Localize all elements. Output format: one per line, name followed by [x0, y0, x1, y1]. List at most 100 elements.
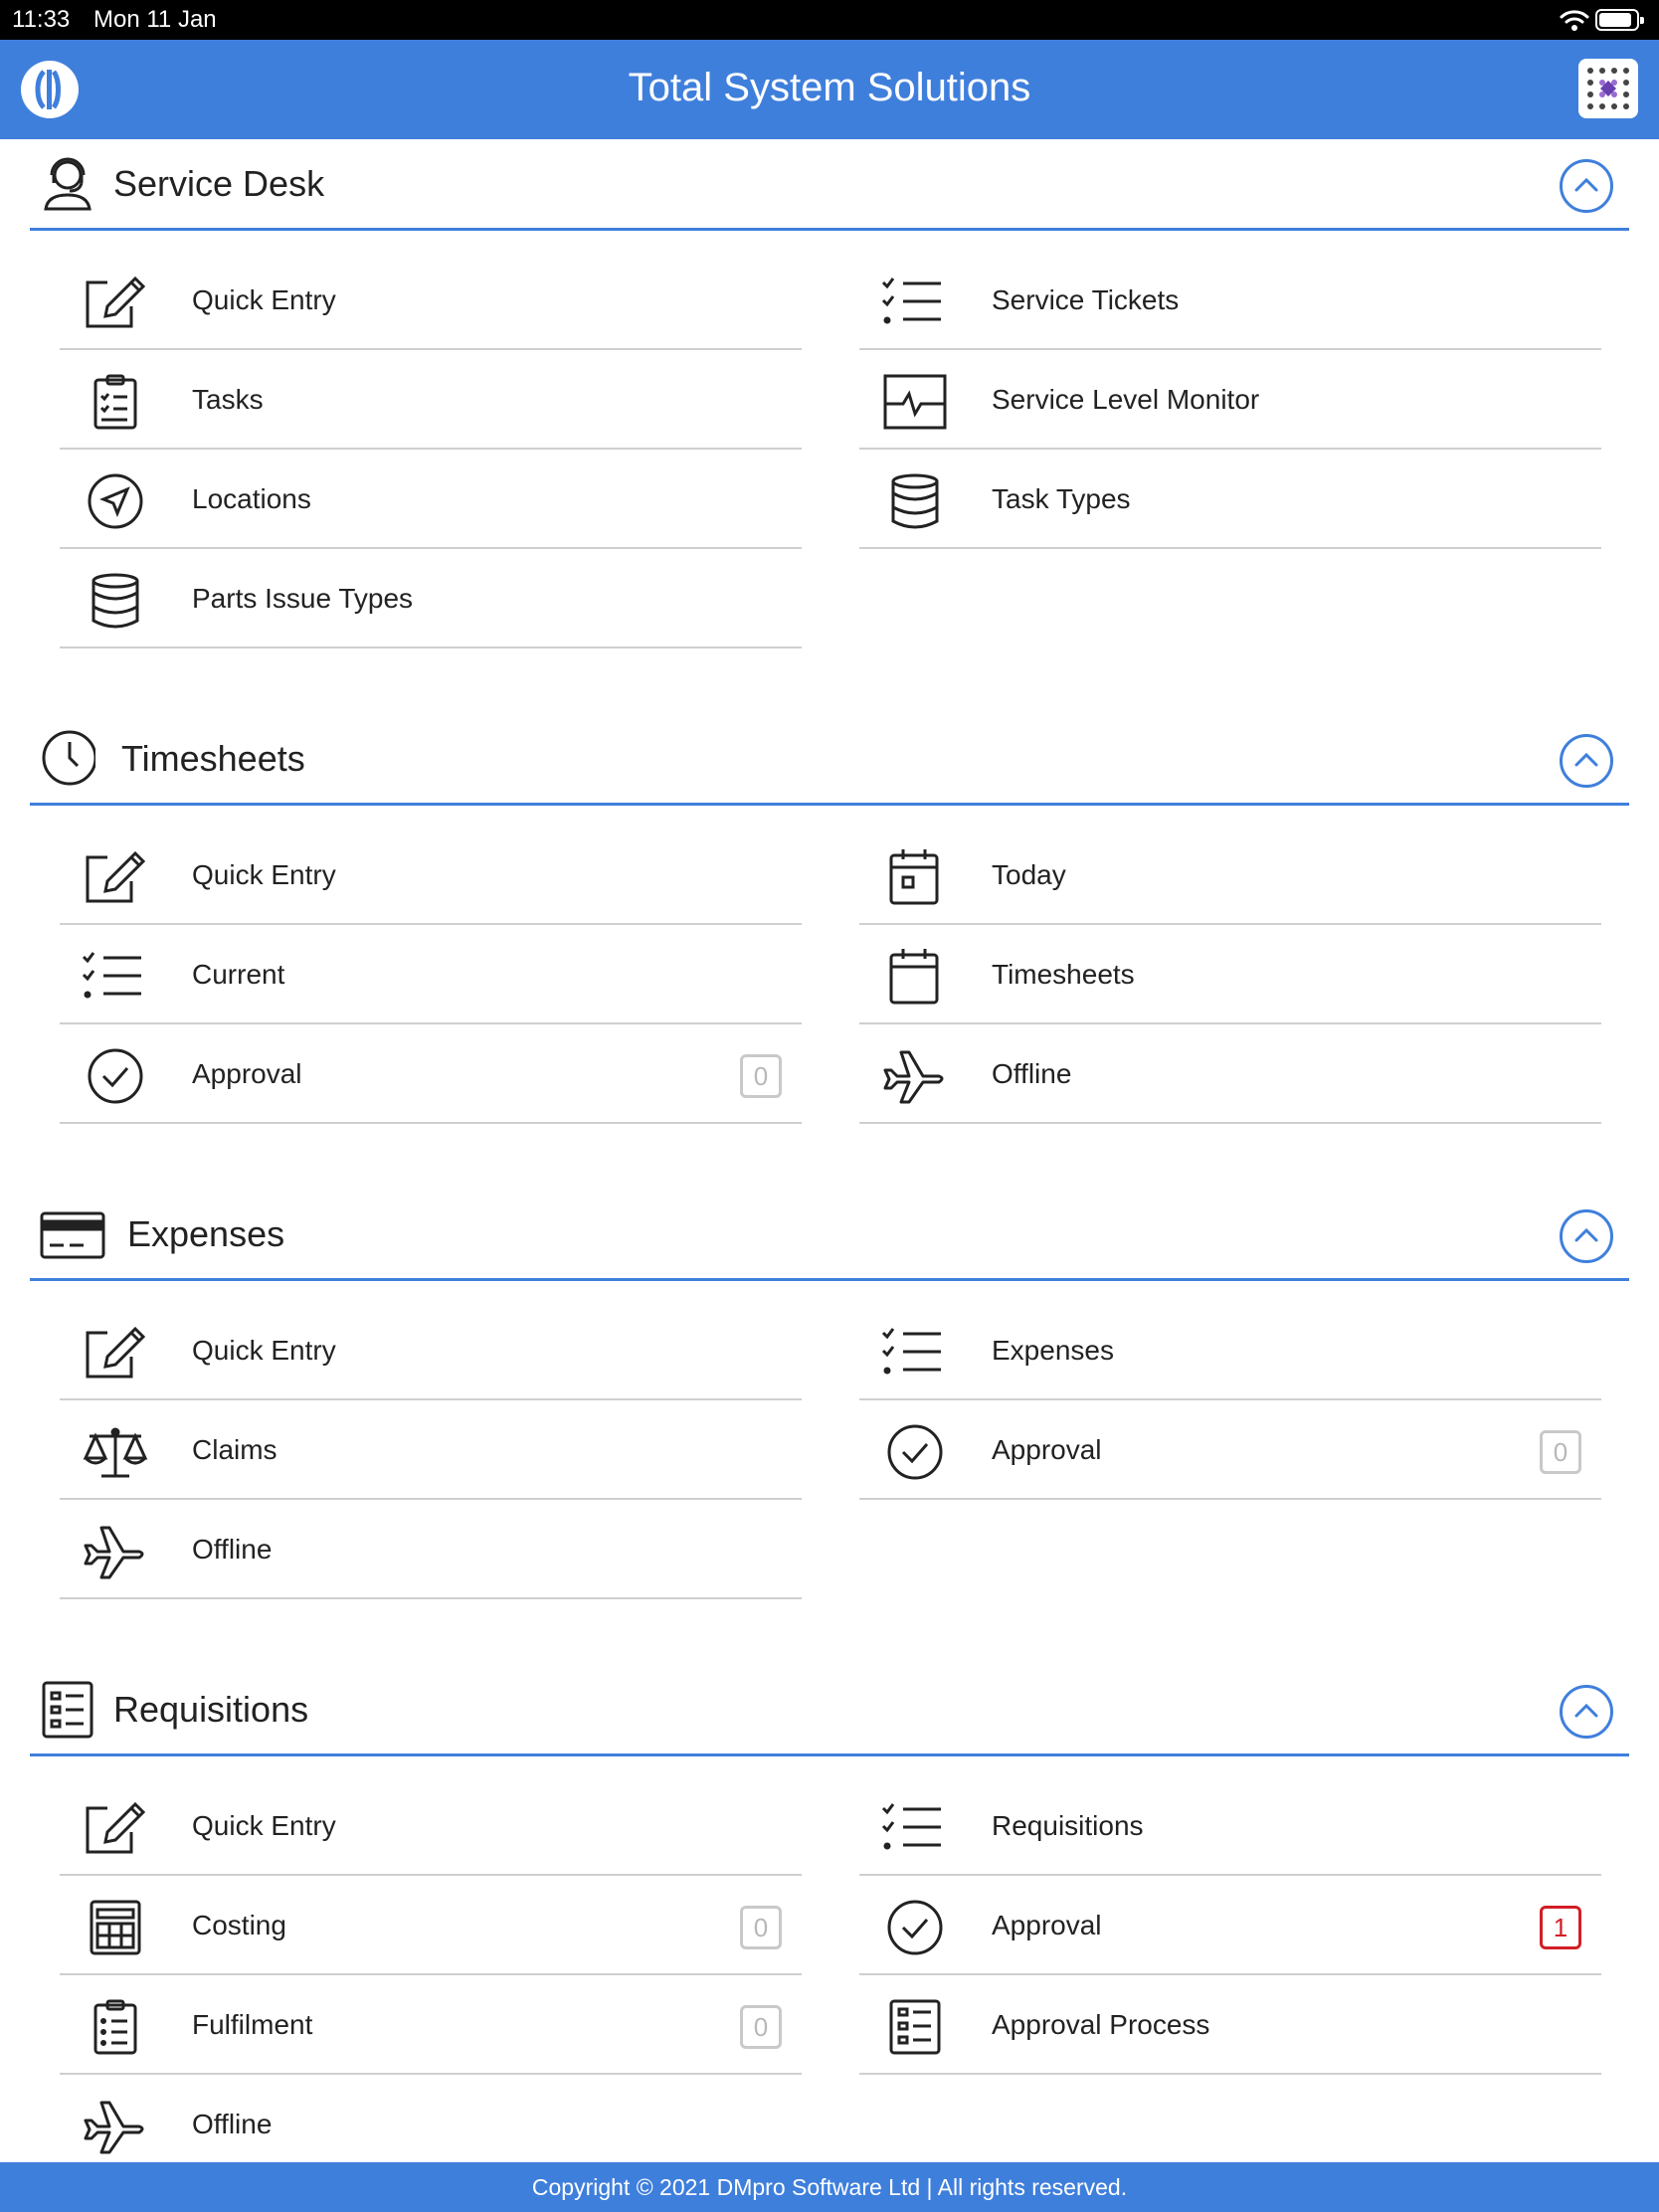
menu-item-label: Requisitions [992, 1810, 1144, 1841]
section-title: Service Desk [113, 163, 325, 204]
navigation-arrow-icon [82, 473, 149, 529]
database-icon [881, 473, 949, 529]
menu-item-parts-issue-types[interactable]: Parts Issue Types [60, 549, 802, 648]
menu-item-label: Locations [192, 483, 311, 514]
scales-icon [82, 1424, 149, 1480]
menu-item-today[interactable]: Today [859, 826, 1601, 925]
menu-item-label: Claims [192, 1434, 277, 1465]
chevron-up-icon [1574, 177, 1598, 192]
menu-item-locations[interactable]: Locations [60, 450, 802, 549]
menu-item-quick-entry[interactable]: Quick Entry [60, 1776, 802, 1876]
app-title: Total System Solutions [628, 66, 1031, 109]
count-badge: 0 [740, 1906, 782, 1949]
menu-item-quick-entry[interactable]: Quick Entry [60, 1301, 802, 1400]
section-header[interactable]: Requisitions [30, 1665, 1629, 1756]
menu-item-offline[interactable]: Offline [60, 1500, 802, 1599]
calendar-icon [881, 949, 949, 1005]
section-header[interactable]: Timesheets [30, 714, 1629, 806]
status-time: 11:33 [12, 6, 71, 33]
menu-item-label: Offline [992, 1058, 1072, 1089]
menu-item-label: Quick Entry [192, 859, 336, 890]
menu-item-label: Timesheets [992, 959, 1135, 990]
menu-item-fulfilment[interactable]: Fulfilment 0 [60, 1975, 802, 2075]
menu-item-approval[interactable]: Approval 1 [859, 1876, 1601, 1975]
count-badge: 0 [740, 1054, 782, 1098]
collapse-button[interactable] [1560, 1209, 1613, 1263]
menu-item-approval[interactable]: Approval 0 [60, 1024, 802, 1124]
app-header: Total System Solutions [0, 40, 1659, 139]
menu-item-label: Expenses [992, 1335, 1114, 1366]
check-circle-icon [881, 1900, 949, 1955]
menu-item-expenses[interactable]: Expenses [859, 1301, 1601, 1400]
footer-copyright: Copyright © 2021 DMpro Software Ltd | Al… [0, 2162, 1659, 2212]
menu-item-service-tickets[interactable]: Service Tickets [859, 251, 1601, 350]
database-icon [82, 573, 149, 629]
menu-item-quick-entry[interactable]: Quick Entry [60, 251, 802, 350]
collapse-button[interactable] [1560, 159, 1613, 213]
check-circle-icon [881, 1424, 949, 1480]
menu-item-label: Service Level Monitor [992, 384, 1260, 415]
calendar-day-icon [881, 849, 949, 905]
menu-item-task-types[interactable]: Task Types [859, 450, 1601, 549]
airplane-icon [881, 1048, 949, 1104]
airplane-icon [82, 2099, 149, 2154]
chevron-up-icon [1574, 1703, 1598, 1718]
chevron-up-icon [1574, 1227, 1598, 1242]
status-bar: 11:33 Mon 11 Jan [0, 0, 1659, 40]
section-header[interactable]: Service Desk [30, 139, 1629, 231]
checklist-icon [881, 1325, 949, 1381]
airplane-icon [82, 1524, 149, 1579]
menu-item-approval-process[interactable]: Approval Process [859, 1975, 1601, 2075]
menu-item-label: Task Types [992, 483, 1131, 514]
check-circle-icon [82, 1048, 149, 1104]
menu-item-label: Today [992, 859, 1066, 890]
apps-grid-button[interactable] [1578, 59, 1638, 118]
clipboard-checklist-icon [82, 374, 149, 430]
menu-item-costing[interactable]: Costing 0 [60, 1876, 802, 1975]
menu-item-approval[interactable]: Approval 0 [859, 1400, 1601, 1500]
edit-icon [82, 275, 149, 330]
menu-item-timesheets[interactable]: Timesheets [859, 925, 1601, 1024]
edit-icon [82, 1325, 149, 1381]
collapse-button[interactable] [1560, 1685, 1613, 1739]
menu-item-quick-entry[interactable]: Quick Entry [60, 826, 802, 925]
menu-item-offline[interactable]: Offline [60, 2075, 802, 2174]
collapse-button[interactable] [1560, 734, 1613, 788]
menu-item-label: Service Tickets [992, 284, 1180, 315]
list-document-icon [40, 1679, 95, 1739]
chevron-up-icon [1574, 752, 1598, 767]
count-badge-alert: 1 [1540, 1906, 1581, 1949]
grid-icon [1587, 68, 1629, 109]
menu-item-label: Offline [192, 2109, 273, 2139]
menu-item-label: Quick Entry [192, 1810, 336, 1841]
count-badge: 0 [740, 2005, 782, 2049]
menu-item-label: Costing [192, 1910, 286, 1940]
menu-item-label: Current [192, 959, 285, 990]
battery-icon [1595, 9, 1644, 31]
edit-icon [82, 1800, 149, 1856]
menu-item-label: Approval [992, 1910, 1102, 1940]
checklist-icon [82, 949, 149, 1005]
menu-item-claims[interactable]: Claims [60, 1400, 802, 1500]
menu-item-offline[interactable]: Offline [859, 1024, 1601, 1124]
menu-item-requisitions[interactable]: Requisitions [859, 1776, 1601, 1876]
clipboard-list-icon [82, 1999, 149, 2055]
checklist-icon [881, 275, 949, 330]
section-title: Expenses [127, 1213, 285, 1254]
list-document-icon [881, 1999, 949, 2055]
menu-item-current[interactable]: Current [60, 925, 802, 1024]
menu-item-label: Quick Entry [192, 284, 336, 315]
menu-item-service-level-monitor[interactable]: Service Level Monitor [859, 350, 1601, 450]
credit-card-icon [40, 1203, 105, 1263]
monitor-pulse-icon [881, 374, 949, 430]
menu-item-label: Parts Issue Types [192, 583, 414, 614]
menu-item-label: Approval Process [992, 2009, 1210, 2040]
menu-item-label: Fulfilment [192, 2009, 313, 2040]
wifi-icon [1560, 8, 1589, 32]
headset-user-icon [40, 153, 95, 213]
menu-item-tasks[interactable]: Tasks [60, 350, 802, 450]
menu-item-label: Approval [992, 1434, 1102, 1465]
section-header[interactable]: Expenses [30, 1190, 1629, 1281]
edit-icon [82, 849, 149, 905]
status-date: Mon 11 Jan [93, 6, 217, 33]
